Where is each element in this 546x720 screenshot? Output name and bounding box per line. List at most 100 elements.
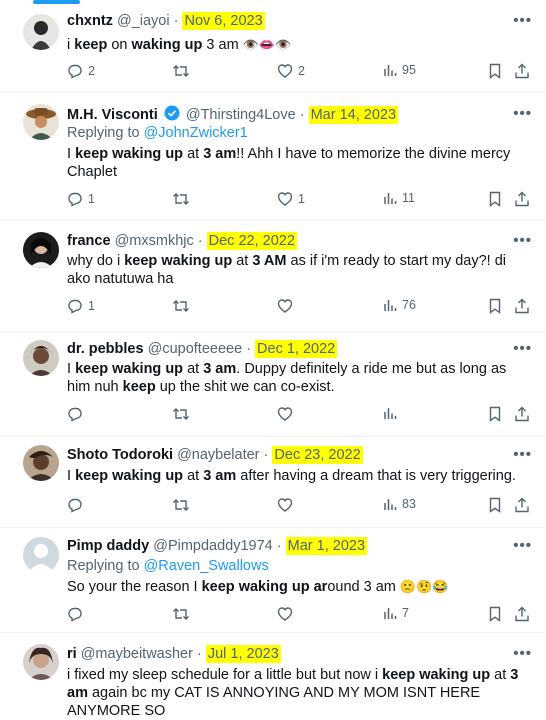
- more-options-icon[interactable]: •••: [513, 645, 532, 662]
- like-button[interactable]: 1: [277, 191, 305, 207]
- heart-icon: [277, 299, 293, 313]
- tweet-1[interactable]: M.H. Visconti @Thirsting4Love · Mar 14, …: [0, 93, 546, 220]
- text-segment: i fixed my sleep schedule for a little b…: [67, 667, 383, 683]
- tweet-date[interactable]: Mar 1, 2023: [285, 537, 368, 555]
- replying-to-label: Replying to: [67, 125, 140, 141]
- tweet-actions: 1 1 11: [67, 191, 537, 211]
- retweet-button[interactable]: [172, 63, 195, 79]
- bookmark-icon: [489, 497, 501, 513]
- avatar[interactable]: [23, 14, 59, 50]
- text-segment-bold: 3 AM: [252, 253, 287, 269]
- retweet-button[interactable]: [172, 298, 195, 314]
- author-handle[interactable]: @maybeitwasher: [81, 646, 193, 662]
- tweet-header: Pimp daddy @Pimpdaddy1974 · Mar 1, 2023: [67, 537, 368, 555]
- retweet-button[interactable]: [172, 406, 190, 422]
- author-name[interactable]: dr. pebbles: [67, 341, 144, 357]
- avatar[interactable]: [23, 104, 59, 140]
- like-button[interactable]: [277, 298, 298, 314]
- heart-icon: [277, 498, 293, 512]
- like-button[interactable]: [277, 497, 293, 513]
- like-button[interactable]: 2: [277, 63, 305, 79]
- more-options-icon[interactable]: •••: [513, 446, 532, 463]
- more-options-icon[interactable]: •••: [513, 537, 532, 554]
- tweet-actions: 1 76: [67, 298, 537, 318]
- retweet-button[interactable]: [172, 497, 190, 513]
- avatar[interactable]: [23, 644, 59, 680]
- tweet-date[interactable]: Dec 1, 2022: [255, 340, 338, 358]
- reply-button[interactable]: [67, 606, 83, 622]
- views-button[interactable]: 11: [383, 191, 415, 205]
- bookmark-button[interactable]: [488, 606, 502, 622]
- views-button[interactable]: 83: [383, 497, 416, 511]
- author-name[interactable]: france: [67, 233, 111, 249]
- author-name[interactable]: ri: [67, 646, 77, 662]
- share-button[interactable]: [514, 63, 530, 79]
- tweet-date[interactable]: Dec 22, 2022: [206, 232, 297, 250]
- author-handle[interactable]: @naybelater: [177, 447, 259, 463]
- replying-to-link[interactable]: @Raven_Swallows: [144, 558, 269, 574]
- more-options-icon[interactable]: •••: [513, 12, 532, 29]
- share-button[interactable]: [514, 298, 530, 314]
- emoji-sequence: 🙁🤨😂: [399, 579, 449, 594]
- author-handle[interactable]: @Thirsting4Love: [186, 107, 296, 123]
- views-button[interactable]: 76: [383, 298, 416, 312]
- author-handle[interactable]: @Pimpdaddy1974: [153, 538, 273, 554]
- share-button[interactable]: [514, 191, 530, 207]
- reply-button[interactable]: 1: [67, 298, 95, 314]
- author-name[interactable]: Pimp daddy: [67, 538, 149, 554]
- views-button[interactable]: 7: [383, 606, 409, 620]
- views-button[interactable]: 95: [383, 63, 416, 77]
- author-name[interactable]: M.H. Visconti: [67, 107, 158, 123]
- share-button[interactable]: [514, 497, 530, 513]
- view-count: 7: [402, 606, 409, 620]
- more-options-icon[interactable]: •••: [513, 340, 532, 357]
- separator-dot: ·: [276, 538, 282, 554]
- tweet-text: i fixed my sleep schedule for a little b…: [67, 666, 535, 720]
- more-options-icon[interactable]: •••: [513, 105, 532, 122]
- tweet-date[interactable]: Nov 6, 2023: [182, 12, 265, 30]
- tweet-date[interactable]: Mar 14, 2023: [308, 106, 399, 124]
- tweet-0[interactable]: chxntz @_iayoi · Nov 6, 2023 ••• i keep …: [0, 0, 546, 93]
- retweet-button[interactable]: [172, 606, 190, 622]
- tweet-5[interactable]: Pimp daddy @Pimpdaddy1974 · Mar 1, 2023 …: [0, 528, 546, 633]
- share-icon: [515, 606, 529, 622]
- text-segment-bold: keep waking up: [382, 667, 491, 683]
- author-handle[interactable]: @mxsmkhjc: [115, 233, 194, 249]
- reply-icon: [68, 64, 82, 79]
- views-chart-icon: [384, 65, 397, 76]
- share-button[interactable]: [514, 606, 530, 622]
- author-handle[interactable]: @cupofteeeee: [148, 341, 243, 357]
- reply-icon: [68, 407, 82, 422]
- more-options-icon[interactable]: •••: [513, 232, 532, 249]
- retweet-button[interactable]: [172, 191, 195, 207]
- reply-button[interactable]: 2: [67, 63, 95, 79]
- like-button[interactable]: [277, 606, 293, 622]
- tweet-3[interactable]: dr. pebbles @cupofteeeee · Dec 1, 2022 •…: [0, 332, 546, 437]
- avatar[interactable]: [23, 232, 59, 268]
- reply-button[interactable]: [67, 406, 83, 422]
- author-name[interactable]: chxntz: [67, 13, 113, 29]
- tweet-date[interactable]: Dec 23, 2022: [272, 446, 363, 464]
- views-button[interactable]: [383, 406, 397, 420]
- reply-button[interactable]: 1: [67, 191, 95, 207]
- replying-to-link[interactable]: @JohnZwicker1: [144, 125, 248, 141]
- replying-to: Replying to @Raven_Swallows: [67, 558, 269, 574]
- bookmark-button[interactable]: [488, 497, 502, 513]
- bookmark-button[interactable]: [488, 191, 502, 207]
- bookmark-icon: [489, 298, 501, 314]
- like-button[interactable]: [277, 406, 293, 422]
- avatar[interactable]: [23, 340, 59, 376]
- reply-button[interactable]: [67, 497, 83, 513]
- tweet-6[interactable]: ri @maybeitwasher · Jul 1, 2023 ••• i fi…: [0, 633, 546, 719]
- tweet-2[interactable]: france @mxsmkhjc · Dec 22, 2022 ••• why …: [0, 220, 546, 332]
- author-handle[interactable]: @_iayoi: [117, 13, 170, 29]
- bookmark-button[interactable]: [488, 406, 502, 422]
- tweet-date[interactable]: Jul 1, 2023: [205, 645, 281, 663]
- avatar[interactable]: [23, 537, 59, 573]
- share-button[interactable]: [514, 406, 530, 422]
- author-name[interactable]: Shoto Todoroki: [67, 447, 173, 463]
- bookmark-button[interactable]: [488, 63, 502, 79]
- bookmark-button[interactable]: [488, 298, 502, 314]
- avatar[interactable]: [23, 445, 59, 481]
- tweet-4[interactable]: Shoto Todoroki @naybelater · Dec 23, 202…: [0, 437, 546, 528]
